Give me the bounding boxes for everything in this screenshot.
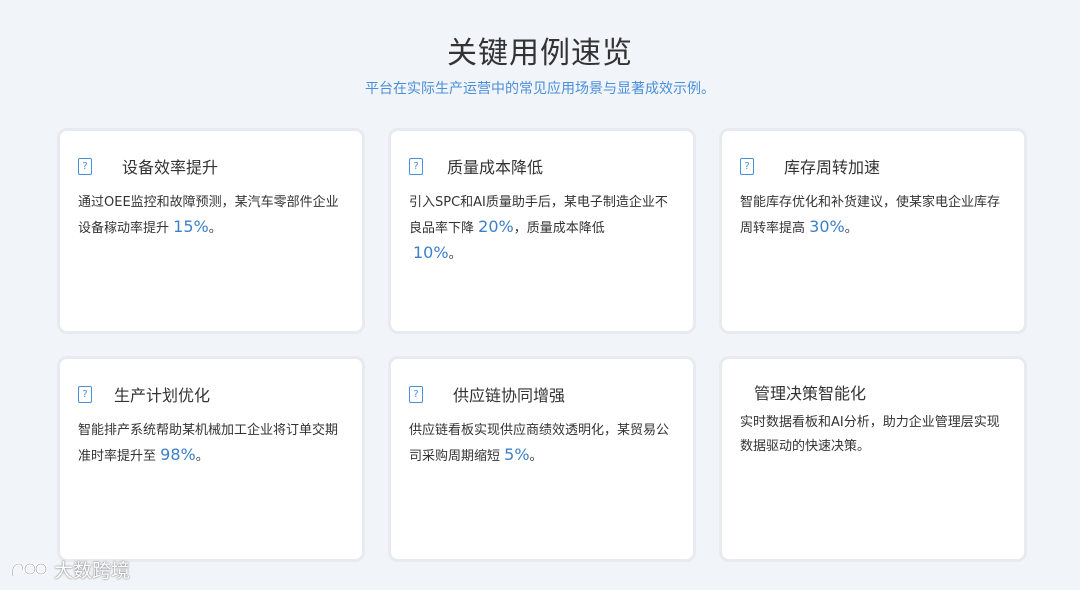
metric-highlight: 20% <box>478 217 514 236</box>
use-case-card: ? 生产计划优化 智能排产系统帮助某机械加工企业将订单交期准时率提升至 98%。 <box>57 356 365 562</box>
card-description: 通过OEE监控和故障预测，某汽车零部件企业设备稼动率提升 15%。 <box>78 191 344 241</box>
document-icon: ? <box>409 385 423 403</box>
use-case-card: 管理决策智能化 实时数据看板和AI分析，助力企业管理层实现数据驱动的快速决策。 <box>719 356 1027 562</box>
metric-highlight: 15% <box>173 217 209 236</box>
brand-logo-icon <box>11 562 48 576</box>
use-case-card: ? 质量成本降低 引入SPC和AI质量助手后，某电子制造企业不良品率下降 20%… <box>388 128 696 334</box>
watermark: 大数跨境 <box>10 556 130 583</box>
card-description: 智能库存优化和补货建议，使某家电企业库存周转率提高 30%。 <box>740 191 1006 241</box>
card-title: 质量成本降低 <box>447 158 544 177</box>
card-text-end: 。 <box>844 221 858 236</box>
card-header: ? 生产计划优化 <box>78 381 344 407</box>
card-text-end: 。 <box>448 247 462 262</box>
card-header: ? 设备效率提升 <box>78 153 344 179</box>
page-title: 关键用例速览 <box>447 36 633 71</box>
card-title: 生产计划优化 <box>114 386 211 405</box>
card-description: 供应链看板实现供应商绩效透明化，某贸易公司采购周期缩短 5%。 <box>409 419 675 469</box>
document-icon: ? <box>78 385 92 403</box>
card-title: 供应链协同增强 <box>453 386 566 405</box>
card-title: 库存周转加速 <box>784 158 881 177</box>
metric-highlight: 98% <box>160 445 196 464</box>
document-icon: ? <box>78 157 92 175</box>
card-header: 管理决策智能化 <box>740 381 1006 403</box>
card-description: 实时数据看板和AI分析，助力企业管理层实现数据驱动的快速决策。 <box>740 411 1006 459</box>
card-text-mid: ，质量成本降低 <box>513 221 605 236</box>
metric-highlight-secondary: 10% <box>413 243 449 262</box>
card-title: 设备效率提升 <box>122 158 219 177</box>
card-header: ? 库存周转加速 <box>740 153 1006 179</box>
card-header: ? 供应链协同增强 <box>409 381 675 407</box>
card-text: 智能库存优化和补货建议，使某家电企业库存周转率提高 <box>740 195 1001 236</box>
card-description: 智能排产系统帮助某机械加工企业将订单交期准时率提升至 98%。 <box>78 419 344 469</box>
use-case-card: ? 供应链协同增强 供应链看板实现供应商绩效透明化，某贸易公司采购周期缩短 5%… <box>388 356 696 562</box>
use-case-card: ? 库存周转加速 智能库存优化和补货建议，使某家电企业库存周转率提高 30%。 <box>719 128 1027 334</box>
card-description: 引入SPC和AI质量助手后，某电子制造企业不良品率下降 20%，质量成本降低 10… <box>409 191 671 267</box>
card-text-end: 。 <box>529 449 543 464</box>
card-title: 管理决策智能化 <box>754 384 867 403</box>
page-header: 关键用例速览 平台在实际生产运营中的常见应用场景与显著成效示例。 <box>0 34 1080 98</box>
metric-highlight: 5% <box>504 445 530 464</box>
page-subtitle: 平台在实际生产运营中的常见应用场景与显著成效示例。 <box>365 81 715 97</box>
card-header: ? 质量成本降低 <box>409 153 675 179</box>
metric-highlight: 30% <box>809 217 845 236</box>
watermark-text: 大数跨境 <box>54 560 131 582</box>
card-text-end: 。 <box>208 221 222 236</box>
card-text-end: 。 <box>195 449 209 464</box>
card-text: 实时数据看板和AI分析，助力企业管理层实现数据驱动的快速决策。 <box>740 415 1000 454</box>
document-icon: ? <box>409 157 423 175</box>
use-case-card: ? 设备效率提升 通过OEE监控和故障预测，某汽车零部件企业设备稼动率提升 15… <box>57 128 365 334</box>
document-icon: ? <box>740 157 754 175</box>
